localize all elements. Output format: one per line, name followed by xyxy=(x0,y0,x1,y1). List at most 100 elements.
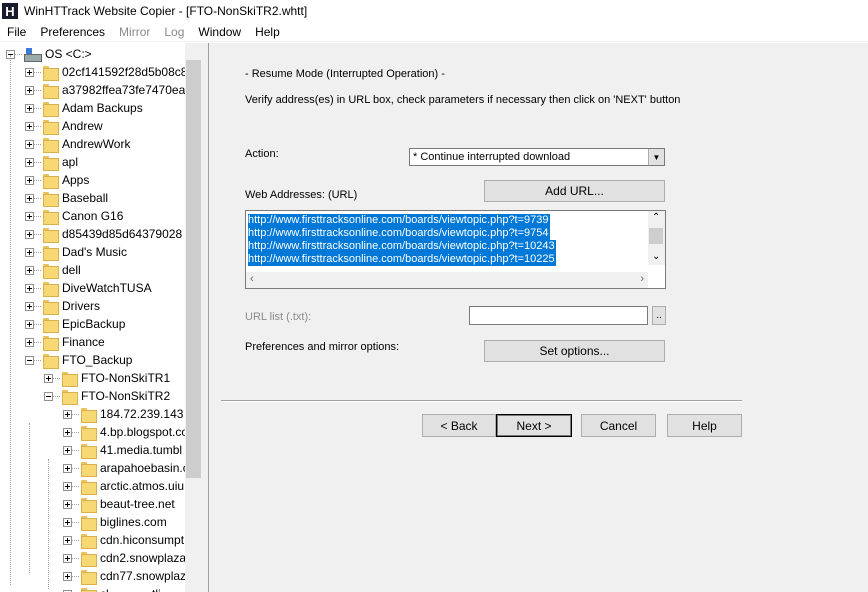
expand-icon[interactable] xyxy=(25,247,34,257)
tree-item[interactable]: d85439d85d64379028 xyxy=(25,225,182,243)
collapse-icon[interactable] xyxy=(25,355,34,365)
tree-item[interactable]: a37982ffea73fe7470ead1 xyxy=(25,81,199,99)
url-horizontal-scrollbar[interactable]: ‹ › xyxy=(246,272,648,288)
expand-icon[interactable] xyxy=(25,211,34,221)
chevron-left-icon[interactable]: ‹ xyxy=(250,273,254,285)
menu-log[interactable]: Log xyxy=(157,25,191,39)
expand-icon[interactable] xyxy=(25,193,34,203)
tree-item[interactable]: beaut-tree.net xyxy=(63,495,175,513)
expand-icon[interactable] xyxy=(63,409,72,419)
back-button[interactable]: < Back xyxy=(422,414,496,437)
expand-icon[interactable] xyxy=(25,139,34,149)
tree-item[interactable]: 184.72.239.143 xyxy=(63,405,183,423)
chevron-down-icon[interactable]: ▼ xyxy=(648,149,664,165)
expand-icon[interactable] xyxy=(63,553,72,563)
folder-icon xyxy=(81,515,97,531)
expand-icon[interactable] xyxy=(63,463,72,473)
tree-item[interactable]: Baseball xyxy=(25,189,108,207)
web-addresses-label: Web Addresses: (URL) xyxy=(245,189,358,201)
tree-item-label: cdn.hiconsumpt xyxy=(100,533,185,547)
expand-icon[interactable] xyxy=(25,121,34,131)
tree-item[interactable]: DiveWatchTUSA xyxy=(25,279,152,297)
folder-icon xyxy=(43,281,59,297)
menu-help[interactable]: Help xyxy=(248,25,287,39)
tree-item[interactable]: cdn77.snowplaza xyxy=(63,567,193,585)
chevron-right-icon[interactable]: › xyxy=(640,273,644,285)
tree-item[interactable]: arctic.atmos.uiu xyxy=(63,477,184,495)
expand-icon[interactable] xyxy=(25,319,34,329)
url-vertical-scrollbar[interactable]: ⌃ ⌄ xyxy=(648,211,665,265)
expand-icon[interactable] xyxy=(63,427,72,437)
tree-item-label: biglines.com xyxy=(100,515,167,529)
tree-item[interactable]: FTO-NonSkiTR1 xyxy=(44,369,170,387)
expand-icon[interactable] xyxy=(25,301,34,311)
expand-icon[interactable] xyxy=(63,499,72,509)
folder-icon xyxy=(43,317,59,333)
help-button[interactable]: Help xyxy=(667,414,742,437)
tree-item[interactable]: FTO-NonSkiTR2 xyxy=(44,387,170,405)
tree-item[interactable]: cdn2.snowplaza. xyxy=(63,549,189,567)
folder-icon xyxy=(43,191,59,207)
tree-item[interactable]: Adam Backups xyxy=(25,99,143,117)
httrack-app-icon[interactable]: H xyxy=(2,3,18,19)
next-button[interactable]: Next > xyxy=(496,414,572,437)
tree-scrollbar-thumb[interactable] xyxy=(186,60,201,478)
add-url-button[interactable]: Add URL... xyxy=(484,180,665,202)
expand-icon[interactable] xyxy=(25,265,34,275)
tree-item[interactable]: 02cf141592f28d5b08c8e xyxy=(25,63,194,81)
folder-icon xyxy=(81,461,97,477)
set-options-button[interactable]: Set options... xyxy=(484,340,665,362)
tree-item[interactable]: Canon G16 xyxy=(25,207,123,225)
action-dropdown[interactable]: * Continue interrupted download ▼ xyxy=(409,148,665,166)
tree-item[interactable]: AndrewWork xyxy=(25,135,130,153)
menu-preferences[interactable]: Preferences xyxy=(33,25,112,39)
tree-item[interactable]: 4.bp.blogspot.co xyxy=(63,423,188,441)
expand-icon[interactable] xyxy=(25,67,34,77)
tree-item[interactable]: EpicBackup xyxy=(25,315,125,333)
expand-icon[interactable] xyxy=(63,535,72,545)
expand-icon[interactable] xyxy=(25,337,34,347)
chevron-down-icon[interactable]: ⌄ xyxy=(652,251,660,262)
expand-icon[interactable] xyxy=(25,175,34,185)
expand-icon[interactable] xyxy=(25,229,34,239)
tree-item-label: 4.bp.blogspot.co xyxy=(100,425,189,439)
expand-icon[interactable] xyxy=(25,103,34,113)
tree-item[interactable]: Apps xyxy=(25,171,89,189)
tree-item[interactable]: FTO_Backup xyxy=(25,351,132,369)
tree-item[interactable]: Finance xyxy=(25,333,105,351)
expand-icon[interactable] xyxy=(63,481,72,491)
tree-item[interactable]: biglines.com xyxy=(63,513,167,531)
menu-mirror[interactable]: Mirror xyxy=(112,25,157,39)
expand-icon[interactable] xyxy=(25,85,34,95)
tree-item[interactable]: apl xyxy=(25,153,78,171)
expand-icon[interactable] xyxy=(63,445,72,455)
browse-button[interactable]: .. xyxy=(652,306,666,325)
tree-item[interactable]: arapahoebasin.c xyxy=(63,459,189,477)
menu-window[interactable]: Window xyxy=(191,25,248,39)
url-textarea[interactable]: http://www.firsttracksonline.com/boards/… xyxy=(245,210,666,289)
tree-item-label: Andrew xyxy=(62,119,103,133)
menu-file[interactable]: File xyxy=(0,25,33,39)
folder-tree[interactable]: OS <C:> 02cf141592f28d5b08c8e a37982ffea73… xyxy=(0,43,202,592)
chevron-up-icon[interactable]: ⌃ xyxy=(652,212,660,223)
tree-item-label: AndrewWork xyxy=(62,137,131,151)
expand-icon[interactable] xyxy=(25,157,34,167)
tree-item[interactable]: Dad's Music xyxy=(25,243,127,261)
cancel-button[interactable]: Cancel xyxy=(581,414,656,437)
scrollbar-thumb[interactable] xyxy=(649,228,663,244)
tree-item[interactable]: Drivers xyxy=(25,297,100,315)
tree-item[interactable]: Andrew xyxy=(25,117,103,135)
expand-icon[interactable] xyxy=(25,283,34,293)
expand-icon[interactable] xyxy=(44,373,53,383)
drive-icon xyxy=(24,48,42,62)
tree-item[interactable]: dell xyxy=(25,261,81,279)
folder-icon xyxy=(81,533,97,549)
collapse-icon[interactable] xyxy=(44,391,53,401)
tree-item[interactable]: cdn.hiconsumpt xyxy=(63,531,184,549)
url-list-input[interactable] xyxy=(469,306,648,325)
tree-item[interactable]: cl.............tli xyxy=(63,585,161,592)
expand-icon[interactable] xyxy=(63,571,72,581)
tree-root-drive[interactable]: OS <C:> xyxy=(6,45,92,63)
tree-item[interactable]: 41.media.tumbl xyxy=(63,441,182,459)
expand-icon[interactable] xyxy=(63,517,72,527)
